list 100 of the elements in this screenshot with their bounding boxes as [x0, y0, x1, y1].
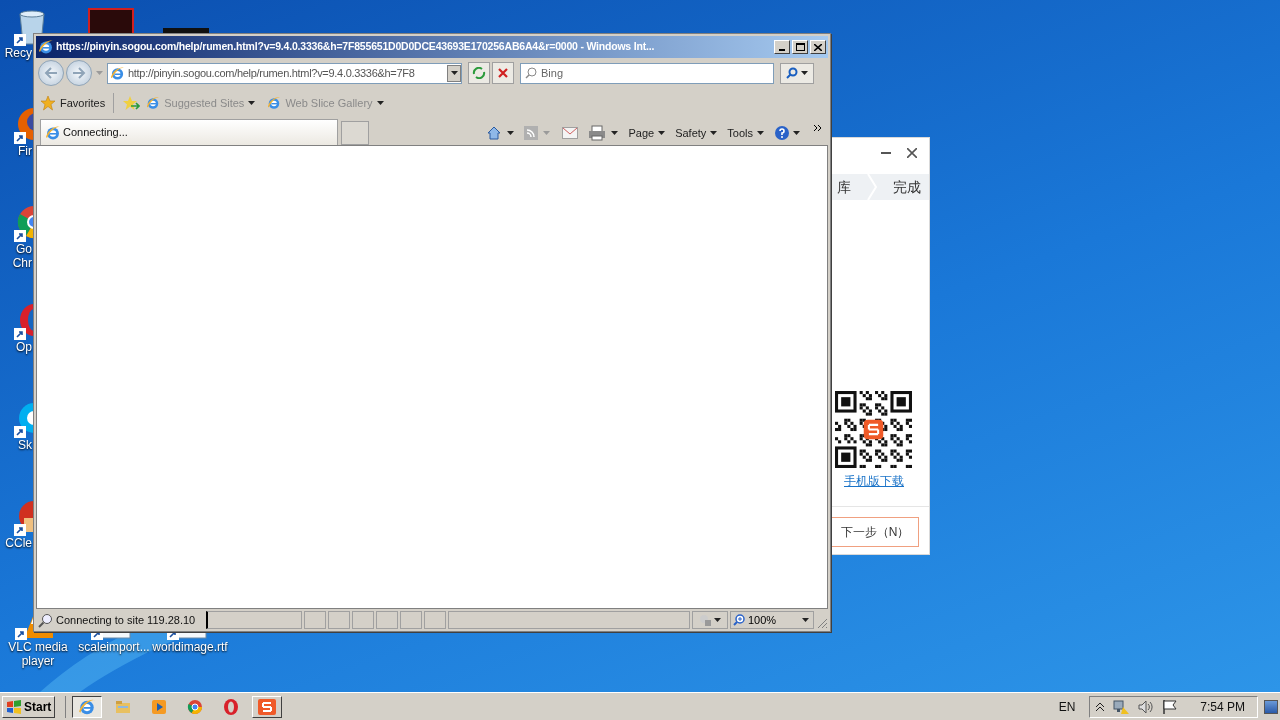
help-button[interactable]: [774, 125, 800, 141]
caret-icon: [96, 71, 103, 75]
flag-icon[interactable]: [1162, 698, 1179, 715]
status-pane: [304, 611, 326, 629]
shortcut-arrow-icon: [14, 426, 26, 438]
window-title: https://pinyin.sogou.com/help/rumen.html?v=9.4.0.3336&h=7F855651D0D0DCE43693E170256AB6A4&r=0000 - Windows Int...: [56, 39, 656, 55]
language-indicator[interactable]: EN: [1058, 697, 1076, 716]
search-icon: [38, 612, 53, 628]
close-icon: [814, 43, 822, 51]
caret-icon: [801, 71, 808, 75]
show-hidden-icons-icon[interactable]: [1096, 701, 1105, 712]
ie-logo-icon: [78, 697, 97, 716]
caret-icon: [710, 131, 718, 135]
feeds-button[interactable]: [524, 126, 551, 140]
status-pane: [328, 611, 350, 629]
command-menu[interactable]: Safety: [675, 124, 718, 142]
opera-icon: [222, 697, 241, 716]
desktop-icon-label[interactable]: Chr: [12, 256, 32, 270]
feed-icon: [524, 126, 539, 140]
favorites-button[interactable]: Favorites: [40, 94, 106, 112]
home-button[interactable]: [486, 125, 515, 141]
caret-icon: [757, 131, 764, 135]
status-pane: [376, 611, 398, 629]
search-field[interactable]: Bing: [520, 62, 774, 84]
status-pane: [352, 611, 374, 629]
minimize-button[interactable]: [774, 40, 790, 54]
caret-icon: [611, 131, 619, 135]
caret-icon: [507, 131, 515, 135]
ie-logo-icon: [38, 39, 54, 55]
page-icon: [267, 96, 282, 110]
step-label: 完成: [893, 177, 921, 197]
caret-icon: [793, 131, 800, 135]
maximize-button[interactable]: [792, 40, 808, 54]
star-icon: [40, 95, 56, 111]
next-button[interactable]: 下一步（N）: [831, 517, 919, 547]
caret-icon: [802, 618, 809, 622]
stop-button[interactable]: [492, 62, 514, 84]
desktop-icon-label[interactable]: CCle: [5, 536, 32, 550]
shortcut-arrow-icon: [14, 132, 26, 144]
stop-icon: [498, 68, 508, 78]
desktop-icon-label[interactable]: VLC media: [8, 640, 68, 654]
status-pane: [424, 611, 446, 629]
command-menu[interactable]: Page: [628, 124, 666, 142]
chrome-icon: [186, 697, 205, 716]
back-arrow-icon: [44, 67, 58, 79]
minimize-icon: [779, 48, 785, 51]
zoom-icon: [733, 614, 745, 626]
shortcut-arrow-icon: [14, 34, 26, 46]
clock[interactable]: 7:54 PM: [1200, 697, 1245, 716]
desktop-icon-label[interactable]: Go: [16, 242, 32, 256]
desktop-icon-label[interactable]: Sk: [18, 438, 32, 452]
desktop-icon-label[interactable]: Op: [16, 340, 32, 354]
refresh-button[interactable]: [468, 62, 490, 84]
shortcut-arrow-icon: [15, 628, 27, 640]
desktop-icon-label[interactable]: player: [21, 654, 55, 668]
refresh-icon: [472, 67, 486, 79]
protected-mode-button[interactable]: [692, 611, 728, 629]
forward-arrow-icon: [72, 67, 86, 79]
caret-icon: [714, 618, 721, 622]
search-icon: [786, 67, 798, 79]
help-icon: [774, 125, 790, 141]
caret-icon: [376, 101, 384, 105]
caret-icon: [450, 71, 458, 75]
play-icon: [150, 697, 169, 716]
close-button[interactable]: [810, 40, 826, 54]
start-button[interactable]: Start: [2, 695, 56, 718]
chevron-icon[interactable]: [814, 125, 822, 131]
caret-icon: [543, 131, 551, 135]
ie-logo-icon: [45, 124, 61, 141]
caret-icon: [248, 101, 256, 105]
print-button[interactable]: [588, 125, 619, 141]
caret-icon: [658, 131, 666, 135]
command-menu[interactable]: Tools: [727, 124, 764, 142]
desktop-icon-label[interactable]: Fir: [18, 144, 32, 158]
shortcut-arrow-icon: [14, 230, 26, 242]
desktop-icon-label[interactable]: worldimage.rtf: [152, 640, 228, 654]
home-icon: [486, 125, 503, 141]
show-desktop-button[interactable]: [1264, 699, 1278, 714]
zoom-button[interactable]: 100%: [730, 611, 814, 629]
close-icon[interactable]: [907, 148, 917, 158]
network-icon[interactable]: [1112, 698, 1131, 715]
speaker-icon[interactable]: [1138, 699, 1155, 714]
page-icon: [146, 96, 161, 110]
search-icon: [525, 67, 537, 79]
dropdown-button[interactable]: [447, 64, 461, 82]
resize-grip-icon[interactable]: [816, 617, 828, 629]
status-text: Connecting to site 119.28.10: [36, 611, 204, 629]
search-button[interactable]: [780, 62, 814, 84]
globe-lock-icon: [699, 614, 711, 626]
browser-tab[interactable]: Connecting...: [40, 119, 338, 145]
mobile-download-link[interactable]: 手机版下载: [844, 472, 904, 490]
address-field[interactable]: http://pinyin.sogou.com/help/rumen.html?v=9.4.0.3336&h=7F8: [107, 62, 462, 84]
taskbar-button[interactable]: [72, 695, 103, 718]
status-pane: [400, 611, 422, 629]
desktop-icon-label[interactable]: Recy: [4, 46, 32, 60]
step-label: 库: [837, 177, 851, 197]
mail-icon[interactable]: [562, 127, 579, 139]
maximize-icon: [795, 43, 805, 51]
shortcut-arrow-icon: [14, 524, 26, 536]
windows-logo-icon: [6, 699, 22, 714]
